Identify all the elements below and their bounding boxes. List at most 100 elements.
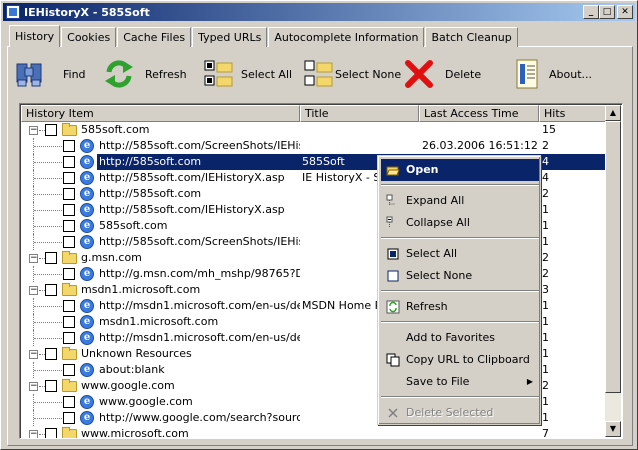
collapse-toggle-icon[interactable]: −: [29, 350, 38, 359]
ie-page-icon: e: [80, 187, 94, 201]
row-checkbox[interactable]: [45, 124, 57, 136]
row-checkbox[interactable]: [63, 236, 75, 248]
row-checkbox[interactable]: [63, 140, 75, 152]
row-checkbox[interactable]: [45, 284, 57, 296]
scroll-down-button[interactable]: ▼: [605, 421, 621, 437]
tree-line: [34, 162, 62, 163]
tree-line: [34, 306, 62, 307]
tree-line: [34, 226, 62, 227]
select-all-icon: [203, 58, 235, 90]
menu-copy-url[interactable]: Copy URL to Clipboard: [381, 349, 539, 371]
scroll-thumb[interactable]: [605, 121, 621, 393]
ie-page-icon: e: [80, 315, 94, 329]
folder-icon: [62, 347, 77, 360]
tree-line: [34, 274, 62, 275]
ie-page-icon: e: [80, 203, 94, 217]
tab-history[interactable]: History: [9, 25, 61, 47]
menu-refresh[interactable]: Refresh: [381, 296, 539, 318]
history-item-text: http://585soft.com/ScreenShots/IEHist...: [99, 139, 300, 152]
refresh-label: Refresh: [145, 67, 187, 81]
collapse-toggle-icon[interactable]: −: [29, 126, 38, 135]
maximize-button[interactable]: □: [599, 5, 615, 19]
tab-cookies[interactable]: Cookies: [61, 27, 117, 47]
tree-group-row[interactable]: − www.microsoft.com 7: [21, 426, 607, 438]
menu-separator: [381, 290, 539, 292]
menu-delete-selected-label: Delete Selected: [406, 406, 494, 419]
tab-cache-files[interactable]: Cache Files: [117, 27, 192, 47]
app-icon: [6, 5, 20, 19]
collapse-toggle-icon[interactable]: −: [29, 382, 38, 391]
hits-cell: 3: [542, 283, 549, 296]
menu-select-none[interactable]: Select None: [381, 265, 539, 287]
tree-group-row[interactable]: − 585soft.com 15: [21, 122, 607, 138]
row-checkbox[interactable]: [63, 204, 75, 216]
collapse-toggle-icon[interactable]: −: [29, 430, 38, 438]
collapse-toggle-icon[interactable]: −: [29, 254, 38, 263]
about-button[interactable]: About...: [511, 54, 601, 94]
row-checkbox[interactable]: [63, 172, 75, 184]
title-cell: [302, 426, 418, 438]
column-title[interactable]: Title: [300, 105, 419, 122]
history-item-text: http://585soft.com/IEHistoryX.asp: [99, 171, 285, 184]
history-item-cell: http://www.google.com/search?source...: [97, 410, 300, 426]
history-item-cell: http://msdn1.microsoft.com/en-us/def...: [97, 330, 300, 346]
row-checkbox[interactable]: [63, 220, 75, 232]
row-checkbox[interactable]: [45, 380, 57, 392]
select-none-button[interactable]: Select None: [303, 54, 403, 94]
row-checkbox[interactable]: [63, 364, 75, 376]
menu-collapse-all[interactable]: Collapse All: [381, 212, 539, 234]
tab-typed-urls[interactable]: Typed URLs: [192, 27, 268, 47]
column-history-item[interactable]: History Item: [21, 105, 300, 122]
collapse-toggle-icon[interactable]: −: [29, 286, 38, 295]
tree-line: [34, 210, 62, 211]
row-checkbox[interactable]: [45, 252, 57, 264]
refresh-button[interactable]: Refresh: [103, 54, 203, 94]
tree-item-row[interactable]: e http://585soft.com/ScreenShots/IEHist..…: [21, 138, 607, 154]
menu-open[interactable]: Open: [381, 159, 539, 181]
row-checkbox[interactable]: [63, 396, 75, 408]
hits-cell: 2: [542, 251, 549, 264]
find-button[interactable]: Find: [13, 54, 103, 94]
history-item-text: Unknown Resources: [81, 347, 192, 360]
column-last-access[interactable]: Last Access Time: [419, 105, 539, 122]
close-button[interactable]: ✕: [617, 5, 633, 19]
history-item-text: 585soft.com: [99, 219, 168, 232]
menu-save-file[interactable]: Save to File ▶: [381, 371, 539, 393]
scroll-up-button[interactable]: ▲: [605, 105, 621, 121]
ie-page-icon: e: [80, 219, 94, 233]
row-checkbox[interactable]: [45, 348, 57, 360]
menu-select-all[interactable]: Select All: [381, 243, 539, 265]
row-checkbox[interactable]: [63, 332, 75, 344]
checkbox-checked-icon: [386, 247, 400, 261]
row-checkbox[interactable]: [63, 268, 75, 280]
history-item-cell: 585soft.com: [79, 122, 300, 138]
history-item-cell: 585soft.com: [97, 218, 300, 234]
menu-expand-all[interactable]: Expand All: [381, 190, 539, 212]
row-checkbox[interactable]: [63, 156, 75, 168]
row-checkbox[interactable]: [63, 316, 75, 328]
hits-cell: 4: [542, 171, 549, 184]
menu-add-favorites-label: Add to Favorites: [406, 331, 496, 344]
row-checkbox[interactable]: [63, 300, 75, 312]
row-checkbox[interactable]: [45, 428, 57, 438]
menu-save-file-label: Save to File: [406, 375, 470, 388]
menu-add-favorites[interactable]: Add to Favorites: [381, 327, 539, 349]
delete-button[interactable]: Delete: [403, 54, 511, 94]
hits-cell: 2: [542, 267, 549, 280]
row-checkbox[interactable]: [63, 188, 75, 200]
select-all-button[interactable]: Select All: [203, 54, 303, 94]
history-item-cell: http://g.msn.com/mh_mshp/98765?D4...: [97, 266, 300, 282]
vertical-scrollbar[interactable]: ▲ ▼: [605, 105, 621, 437]
menu-open-label: Open: [406, 163, 439, 176]
ie-page-icon: e: [80, 155, 94, 169]
row-checkbox[interactable]: [63, 412, 75, 424]
hits-cell: 4: [542, 155, 549, 168]
tab-autocomplete[interactable]: Autocomplete Information: [268, 27, 425, 47]
minimize-button[interactable]: _: [583, 5, 599, 19]
column-hits[interactable]: Hits: [539, 105, 607, 122]
open-folder-icon: [386, 163, 400, 177]
title-bar[interactable]: IEHistoryX - 585Soft _ □ ✕: [3, 3, 635, 21]
tab-batch-cleanup[interactable]: Batch Cleanup: [425, 27, 518, 47]
menu-delete-selected[interactable]: Delete Selected: [381, 402, 539, 424]
history-item-text: http://msdn1.microsoft.com/en-us/def...: [99, 331, 300, 344]
